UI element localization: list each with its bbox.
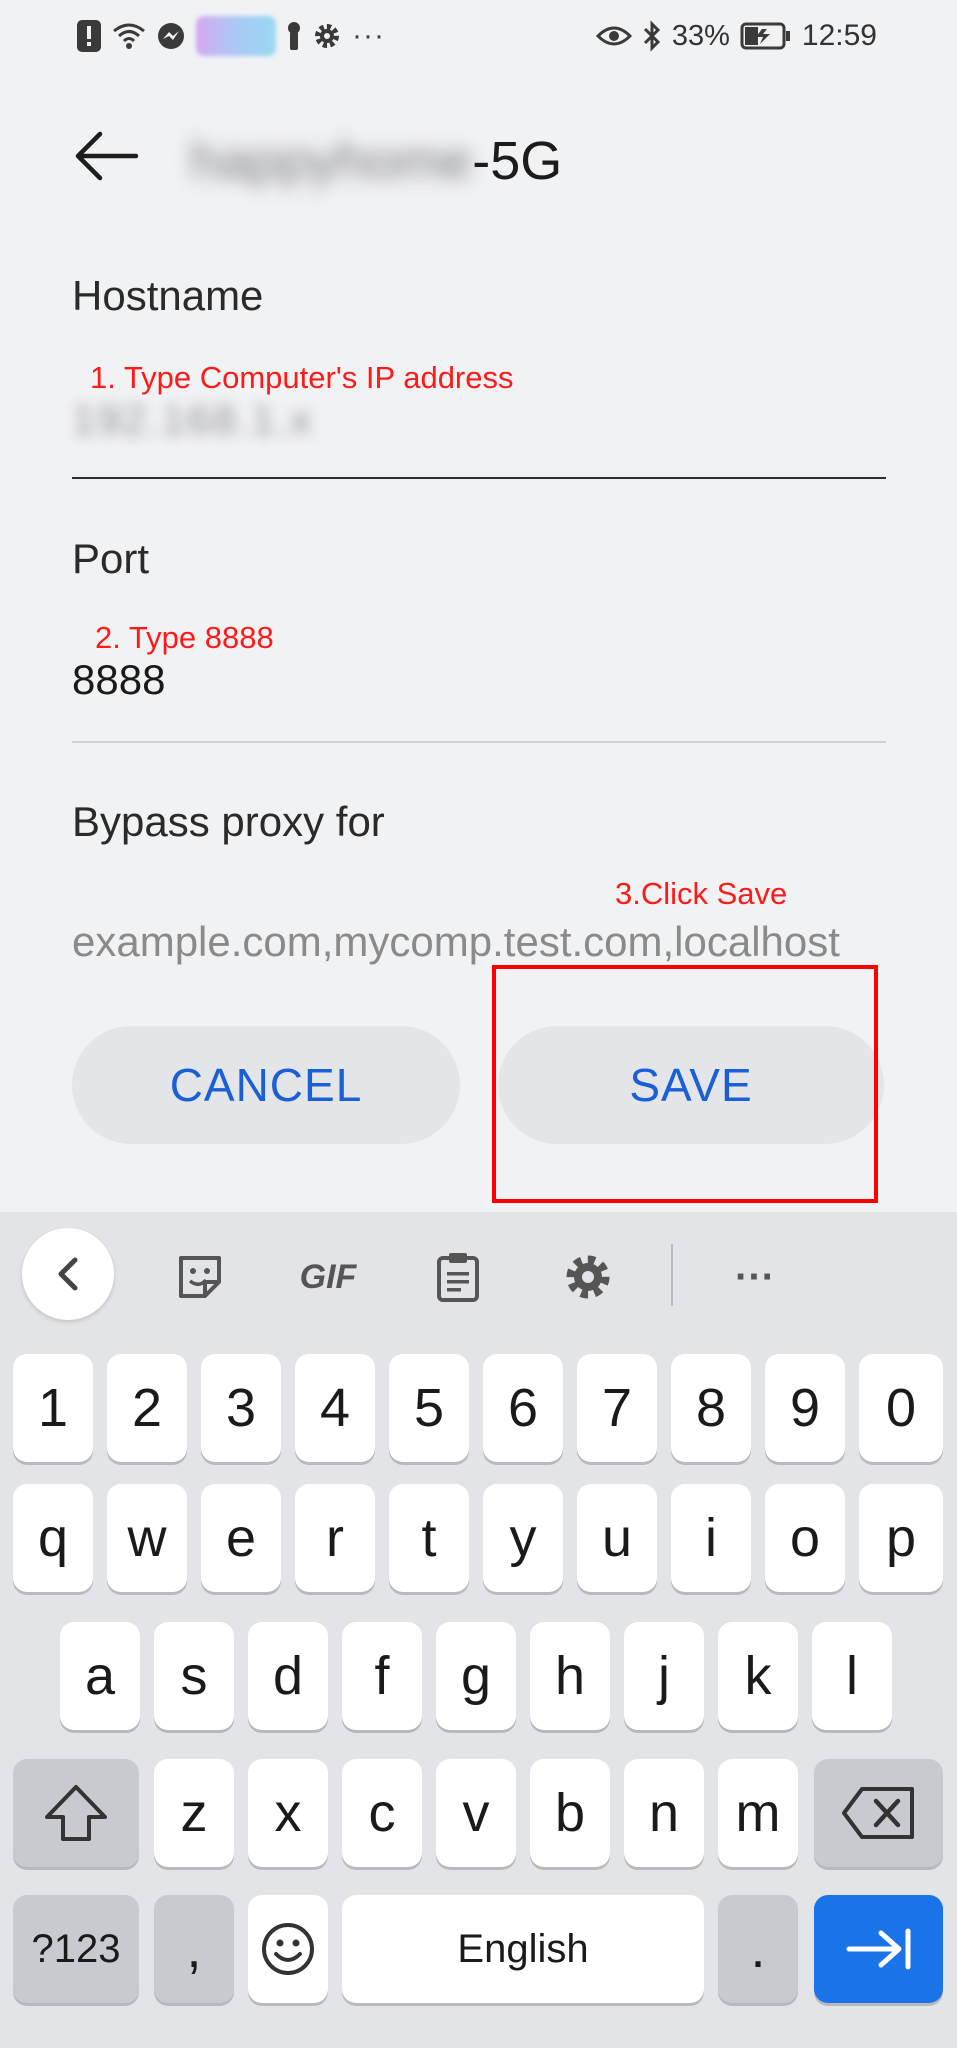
key-u[interactable]: u [577, 1484, 657, 1592]
keyhole-icon [286, 18, 302, 54]
network-title: happyhome -5G [190, 130, 562, 192]
chevron-left-icon [58, 1257, 78, 1291]
key-z[interactable]: z [154, 1759, 234, 1867]
network-name-redacted: happyhome [190, 131, 473, 191]
key-s[interactable]: s [154, 1622, 234, 1730]
key-d[interactable]: d [248, 1622, 328, 1730]
key-h[interactable]: h [530, 1622, 610, 1730]
key-m[interactable]: m [718, 1759, 798, 1867]
key-t[interactable]: t [389, 1484, 469, 1592]
toolbar-divider [671, 1244, 673, 1306]
key-x[interactable]: x [248, 1759, 328, 1867]
key-4[interactable]: 4 [295, 1354, 375, 1462]
key-n[interactable]: n [624, 1759, 704, 1867]
key-w[interactable]: w [107, 1484, 187, 1592]
keyboard: GIF ··· 1 2 3 4 5 6 7 8 9 0 q w e r t y … [0, 1212, 957, 2048]
toolbar-collapse-button[interactable] [22, 1228, 114, 1320]
hostname-input[interactable]: 192.168.1.x [72, 396, 314, 444]
wifi-icon [112, 18, 146, 54]
key-k[interactable]: k [718, 1622, 798, 1730]
key-g[interactable]: g [436, 1622, 516, 1730]
key-v[interactable]: v [436, 1759, 516, 1867]
hostname-underline [72, 477, 886, 479]
battery-charging-icon [740, 18, 792, 54]
clipboard-icon [437, 1253, 479, 1302]
status-bar-left: ··· [76, 16, 385, 56]
save-highlight-box [492, 965, 878, 1203]
app-notification-icon [196, 16, 276, 56]
back-button[interactable] [70, 126, 142, 186]
settings-gear-status-icon [312, 18, 342, 54]
port-underline [72, 741, 886, 743]
key-o[interactable]: o [765, 1484, 845, 1592]
space-bar[interactable]: English [342, 1895, 704, 2003]
period-key[interactable]: . [718, 1895, 798, 2003]
comma-key[interactable]: , [154, 1895, 234, 2003]
key-a[interactable]: a [60, 1622, 140, 1730]
key-b[interactable]: b [530, 1759, 610, 1867]
gear-icon [566, 1255, 610, 1299]
eye-icon [595, 18, 632, 54]
hostname-annotation: 1. Type Computer's IP address [90, 360, 514, 395]
key-e[interactable]: e [201, 1484, 281, 1592]
key-r[interactable]: r [295, 1484, 375, 1592]
more-options-button[interactable]: ··· [710, 1232, 800, 1322]
shift-key[interactable] [13, 1759, 139, 1867]
clipboard-button[interactable] [413, 1232, 503, 1322]
save-annotation: 3.Click Save [615, 876, 788, 911]
key-2[interactable]: 2 [107, 1354, 187, 1462]
key-8[interactable]: 8 [671, 1354, 751, 1462]
header: happyhome -5G [0, 100, 957, 220]
notification-alert-icon [76, 18, 102, 54]
settings-button[interactable] [543, 1232, 633, 1322]
tab-next-arrow-icon [846, 1928, 910, 1970]
key-7[interactable]: 7 [577, 1354, 657, 1462]
backspace-icon [841, 1787, 914, 1839]
emoji-key[interactable] [248, 1895, 328, 2003]
key-l[interactable]: l [812, 1622, 892, 1730]
port-annotation: 2. Type 8888 [95, 620, 274, 655]
cancel-button[interactable]: CANCEL [72, 1026, 460, 1144]
clock: 12:59 [801, 19, 877, 52]
key-5[interactable]: 5 [389, 1354, 469, 1462]
key-3[interactable]: 3 [201, 1354, 281, 1462]
battery-percent: 33% [671, 19, 730, 52]
keyboard-toolbar: GIF ··· [0, 1212, 957, 1332]
key-6[interactable]: 6 [483, 1354, 563, 1462]
status-bar: ··· 33% 12:59 [0, 0, 957, 72]
port-label: Port [72, 535, 150, 582]
key-f[interactable]: f [342, 1622, 422, 1730]
emoji-smiley-icon [262, 1923, 314, 1975]
network-name-suffix: -5G [472, 131, 563, 191]
overflow-notifications-icon: ··· [352, 19, 385, 52]
enter-key[interactable] [814, 1895, 943, 2003]
key-9[interactable]: 9 [765, 1354, 845, 1462]
sticker-icon [179, 1256, 221, 1298]
key-j[interactable]: j [624, 1622, 704, 1730]
key-c[interactable]: c [342, 1759, 422, 1867]
shift-arrow-icon [45, 1785, 107, 1841]
backspace-key[interactable] [814, 1759, 943, 1867]
key-0[interactable]: 0 [859, 1354, 943, 1462]
key-p[interactable]: p [859, 1484, 943, 1592]
more-icon: ··· [735, 1254, 775, 1299]
messenger-icon [156, 18, 186, 54]
symbols-key[interactable]: ?123 [13, 1895, 139, 2003]
hostname-label: Hostname [72, 272, 264, 319]
status-bar-right: 33% 12:59 [595, 18, 877, 54]
key-y[interactable]: y [483, 1484, 563, 1592]
back-arrow-icon [75, 131, 138, 181]
key-i[interactable]: i [671, 1484, 751, 1592]
bypass-label: Bypass proxy for [72, 798, 385, 845]
key-q[interactable]: q [13, 1484, 93, 1592]
bluetooth-icon [642, 18, 662, 54]
bypass-input[interactable]: example.com,mycomp.test.com,localhost [72, 918, 886, 966]
port-input[interactable]: 8888 [72, 656, 165, 704]
gif-icon: GIF [299, 1257, 357, 1296]
sticker-button[interactable] [155, 1232, 245, 1322]
gif-button[interactable]: GIF [283, 1232, 373, 1322]
key-1[interactable]: 1 [13, 1354, 93, 1462]
